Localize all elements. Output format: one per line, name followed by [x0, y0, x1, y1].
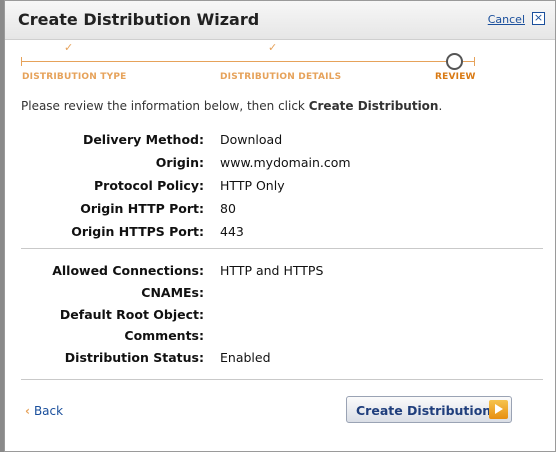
step-tick-end: [474, 57, 475, 66]
intro-bold: Create Distribution: [308, 99, 439, 113]
back-label: Back: [33, 404, 64, 418]
step-distribution-type: DISTRIBUTION TYPE: [22, 72, 127, 82]
dialog-titlebar: Create Distribution Wizard Cancel ×: [5, 1, 555, 40]
progress-line: [21, 61, 446, 62]
row-comments: Comments:: [124, 328, 204, 343]
dialog-title: Create Distribution Wizard: [18, 10, 260, 29]
row-protocol-policy: Protocol Policy: HTTP Only: [94, 178, 285, 193]
row-delivery-method: Delivery Method: Download: [82, 132, 283, 147]
create-distribution-button[interactable]: Create Distribution: [346, 396, 512, 423]
step-review: REVIEW: [435, 72, 476, 82]
back-chevron-icon: ‹: [25, 404, 30, 418]
row-origin-https-port: Origin HTTPS Port: 443: [71, 224, 244, 239]
intro-text: Please review the information below, the…: [21, 99, 443, 113]
cancel-link[interactable]: Cancel: [488, 13, 525, 26]
section-divider: [21, 248, 543, 249]
step1-check-icon: ✓: [64, 41, 74, 54]
back-link[interactable]: ‹ Back: [25, 404, 63, 418]
step-distribution-details: DISTRIBUTION DETAILS: [220, 72, 342, 82]
create-distribution-dialog: Create Distribution Wizard Cancel × ✓ ✓ …: [4, 0, 556, 452]
row-allowed-connections: Allowed Connections: HTTP and HTTPS: [52, 263, 324, 278]
step2-check-icon: ✓: [268, 41, 278, 54]
row-origin: Origin: www.mydomain.com: [155, 155, 351, 170]
row-cnames: CNAMEs:: [141, 285, 204, 300]
row-origin-http-port: Origin HTTP Port: 80: [80, 201, 236, 216]
row-distribution-status: Distribution Status: Enabled: [64, 350, 271, 365]
close-icon[interactable]: ×: [532, 12, 545, 25]
play-arrow-icon: [489, 400, 508, 419]
current-step-circle-icon: [446, 53, 463, 70]
step-tick-start: [21, 57, 22, 66]
create-distribution-label: Create Distribution: [356, 403, 492, 418]
row-default-root-object: Default Root Object:: [59, 307, 204, 322]
footer-divider: [21, 379, 543, 380]
